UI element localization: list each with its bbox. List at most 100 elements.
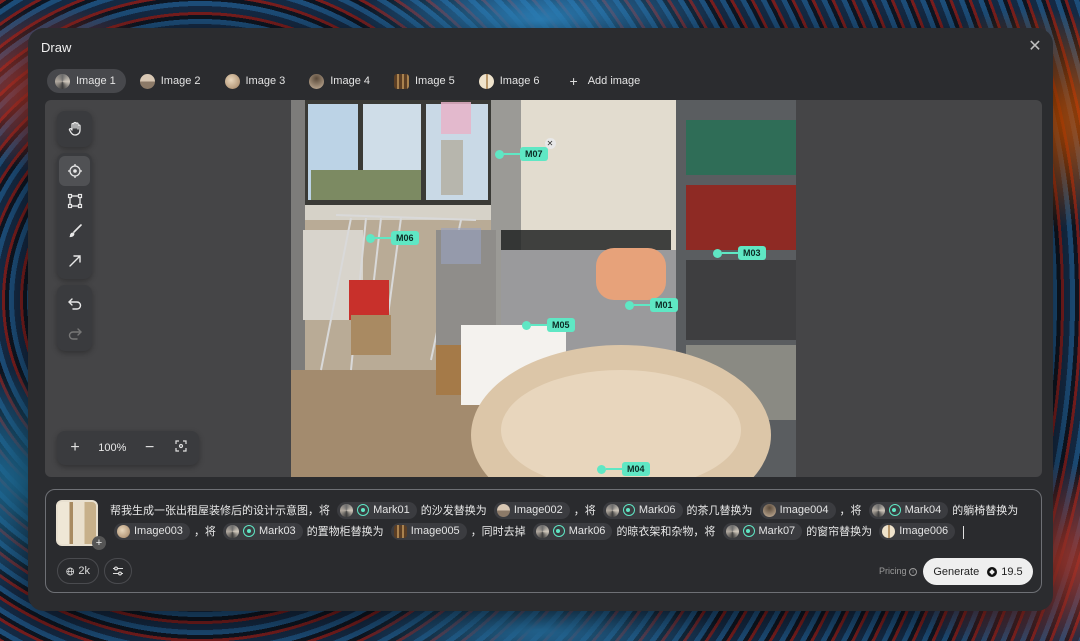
mark-chip[interactable]: Mark06 <box>532 522 613 540</box>
draw-window: Draw ✕ Image 1 Image 2 Image 3 Image 4 I… <box>28 28 1053 611</box>
sliders-icon <box>113 566 123 576</box>
brush-icon[interactable] <box>57 216 92 246</box>
marker-dot <box>713 248 722 258</box>
crop-frame-icon[interactable] <box>57 186 92 216</box>
tab-image-6[interactable]: Image 6 <box>471 69 550 93</box>
fit-screen-icon[interactable] <box>173 439 189 457</box>
tab-label: Image 5 <box>415 75 455 87</box>
mark-chip[interactable]: Mark06 <box>602 501 683 519</box>
chip-label: Image004 <box>779 503 829 516</box>
image-chip[interactable]: Image006 <box>879 522 956 540</box>
tab-label: Image 4 <box>330 75 370 87</box>
tab-image-4[interactable]: Image 4 <box>301 69 380 93</box>
image-chip[interactable]: Image002 <box>493 501 570 519</box>
image-thumbnail <box>762 503 776 517</box>
image-thumbnail <box>882 524 896 538</box>
zoom-in-button[interactable]: + <box>67 439 83 457</box>
credit-icon <box>987 566 998 577</box>
marker-dot <box>597 464 606 474</box>
chip-label: Mark06 <box>568 524 606 537</box>
marker-m07[interactable]: M07 ✕ <box>495 138 556 161</box>
marker-m06[interactable]: M06 <box>366 231 419 245</box>
resolution-button[interactable]: 2k <box>57 558 99 584</box>
chip-label: Mark07 <box>758 524 796 537</box>
chip-label: Image003 <box>134 524 183 537</box>
image-chip[interactable]: Image003 <box>114 522 190 540</box>
prompt-text: 的沙发替换为 <box>420 505 487 517</box>
mark-chip[interactable]: Mark01 <box>337 501 417 519</box>
image-thumbnail <box>535 524 549 538</box>
zoom-control: + 100% − <box>57 431 199 465</box>
add-image-button[interactable]: + Add image <box>556 69 651 93</box>
marker-line <box>375 237 391 239</box>
zoom-out-button[interactable]: − <box>142 439 158 457</box>
arrow-icon[interactable] <box>57 246 92 276</box>
marker-dot <box>366 233 375 243</box>
marker-label: M03 <box>738 246 766 260</box>
image-chip[interactable]: Image005 <box>390 522 467 540</box>
tab-image-2[interactable]: Image 2 <box>132 69 211 93</box>
marker-line <box>531 324 547 326</box>
image-thumbnail <box>496 503 510 517</box>
prompt-text: ，将 <box>573 505 596 517</box>
tab-label: Image 2 <box>160 75 201 87</box>
mark-chip[interactable]: Mark07 <box>722 522 803 540</box>
plus-icon: + <box>569 73 578 89</box>
image-thumbnail <box>309 73 325 89</box>
image-tabs: Image 1 Image 2 Image 3 Image 4 Image 5 … <box>47 69 656 93</box>
tab-image-3[interactable]: Image 3 <box>217 69 296 93</box>
canvas-area[interactable]: M07 ✕ M06 M03 M01 M05 M04 + 100% − <box>45 100 1042 477</box>
marker-dot <box>625 300 634 310</box>
image-thumbnail <box>340 503 354 517</box>
image-thumbnail <box>117 524 130 538</box>
mark-chip[interactable]: Mark03 <box>223 522 303 540</box>
image-thumbnail <box>871 503 885 517</box>
prompt-panel: + 帮我生成一张出租屋装修后的设计示意图，将 Mark01 的沙发替换为 Imag… <box>45 489 1042 593</box>
generate-button[interactable]: Generate 19.5 <box>923 558 1033 585</box>
target-icon <box>888 504 901 517</box>
generate-label: Generate <box>933 565 980 578</box>
hand-icon[interactable] <box>57 114 92 144</box>
close-icon[interactable]: ✕ <box>1023 36 1047 60</box>
pan-group <box>57 111 92 147</box>
tab-image-1[interactable]: Image 1 <box>47 69 126 93</box>
marker-line <box>722 252 738 254</box>
marker-dot <box>522 320 531 330</box>
generate-cost: 19.5 <box>1001 565 1023 578</box>
prompt-text: 的茶几替换为 <box>686 505 753 517</box>
target-icon <box>243 525 255 538</box>
chip-label: Mark04 <box>904 503 942 516</box>
target-icon <box>552 525 565 538</box>
prompt-input[interactable]: 帮我生成一张出租屋装修后的设计示意图，将 Mark01 的沙发替换为 Image0… <box>110 501 1025 543</box>
pricing-info[interactable]: Pricing i <box>879 566 917 576</box>
tab-label: Image 1 <box>76 75 116 87</box>
add-image-label: Add image <box>587 75 641 87</box>
undo-icon[interactable] <box>57 288 92 318</box>
pricing-label: Pricing <box>878 566 907 576</box>
globe-icon <box>66 567 75 575</box>
prompt-text: 的躺椅替换为 <box>952 505 1019 517</box>
prompt-text: 的置物柜替换为 <box>306 526 384 538</box>
redo-icon[interactable] <box>57 318 92 348</box>
marker-m04[interactable]: M04 <box>597 462 650 476</box>
chip-label: Image005 <box>410 524 460 537</box>
marker-m01[interactable]: M01 <box>625 298 678 312</box>
resolution-label: 2k <box>78 565 90 577</box>
prompt-text: ，将 <box>839 505 862 517</box>
prompt-text: ，同时去掉 <box>470 526 526 538</box>
marker-label: M06 <box>391 231 419 245</box>
target-icon[interactable] <box>59 156 90 186</box>
tab-image-5[interactable]: Image 5 <box>386 69 465 93</box>
remove-marker-icon[interactable]: ✕ <box>544 138 556 149</box>
image-thumbnail <box>394 73 409 89</box>
image-chip[interactable]: Image004 <box>759 501 836 519</box>
window-title: Draw <box>41 40 72 55</box>
marker-label: M01 <box>650 298 678 312</box>
settings-button[interactable] <box>104 558 132 584</box>
add-reference-button[interactable]: + <box>92 536 106 550</box>
marker-m03[interactable]: M03 <box>713 246 766 260</box>
mark-chip[interactable]: Mark04 <box>868 501 949 519</box>
marker-m05[interactable]: M05 <box>522 318 575 332</box>
target-icon <box>742 525 755 538</box>
target-icon <box>622 504 635 517</box>
